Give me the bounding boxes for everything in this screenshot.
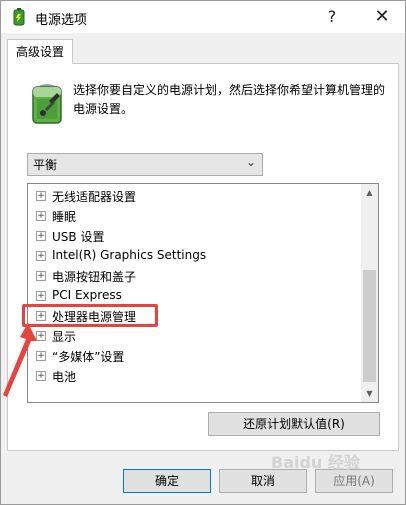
tree-item-label: 显示 <box>52 330 77 344</box>
tree-item-usb[interactable]: + USB 设置 <box>28 226 358 246</box>
tree-item-label: 睡眠 <box>52 210 77 224</box>
annotation-arrow-icon <box>3 323 37 397</box>
tree-item-label: USB 设置 <box>52 230 105 244</box>
tree-item-display[interactable]: + 显示 <box>28 326 358 346</box>
tree-item-label: PCI Express <box>52 288 122 302</box>
tree-scrollbar[interactable]: ▲ ▼ <box>361 184 378 402</box>
power-plan-value: 平衡 <box>33 158 58 172</box>
highlight-box <box>22 304 158 327</box>
help-button[interactable]: ? <box>309 1 355 33</box>
expand-icon[interactable]: + <box>36 191 46 201</box>
battery-icon <box>32 84 62 124</box>
restore-defaults-button[interactable]: 还原计划默认值(R) <box>208 412 380 436</box>
expand-icon[interactable]: + <box>36 231 46 241</box>
tree-item-battery[interactable]: + 电池 <box>28 366 358 386</box>
tree-item-label: 电源按钮和盖子 <box>52 270 137 284</box>
tree-item-label: Intel(R) Graphics Settings <box>52 248 207 262</box>
tree-item-label: “多媒体”设置 <box>52 350 125 364</box>
title-bar: 电源选项 ? ✕ <box>1 1 405 33</box>
chevron-down-icon: ⌄ <box>245 155 256 169</box>
scroll-up-arrow-icon[interactable]: ▲ <box>361 184 378 201</box>
scroll-down-arrow-icon[interactable]: ▼ <box>361 385 378 402</box>
tree-item-sleep[interactable]: + 睡眠 <box>28 206 358 226</box>
power-plan-icon <box>13 8 25 26</box>
power-options-dialog: 电源选项 ? ✕ 高级设置 选择你要自定义的电源计划，然后选择你希望计算机管理的… <box>0 0 406 505</box>
power-plan-select[interactable]: 平衡 ⌄ <box>27 153 263 176</box>
tree-item-intel-graphics[interactable]: + Intel(R) Graphics Settings <box>28 246 358 266</box>
tab-advanced-settings[interactable]: 高级设置 <box>7 39 73 64</box>
ok-button[interactable]: 确定 <box>123 469 211 493</box>
tree-item-label: 电池 <box>52 370 77 384</box>
expand-icon[interactable]: + <box>36 211 46 221</box>
power-settings-tree[interactable]: + 无线适配器设置 + 睡眠 + USB 设置 + Intel(R) Graph… <box>27 183 379 403</box>
tree-item-power-buttons[interactable]: + 电源按钮和盖子 <box>28 266 358 286</box>
description-text: 选择你要自定义的电源计划，然后选择你希望计算机管理的电源设置。 <box>73 83 386 116</box>
expand-icon[interactable]: + <box>36 271 46 281</box>
close-button[interactable]: ✕ <box>359 1 405 33</box>
tree-item-multimedia[interactable]: + “多媒体”设置 <box>28 346 358 366</box>
tree-item-pci-express[interactable]: + PCI Express <box>28 286 358 306</box>
tree-item-wireless-adapter[interactable]: + 无线适配器设置 <box>28 186 358 206</box>
watermark: Baidu 经验 <box>271 453 360 472</box>
window-title: 电源选项 <box>35 13 88 28</box>
expand-icon[interactable]: + <box>36 251 46 261</box>
tree-item-label: 无线适配器设置 <box>52 190 137 204</box>
scroll-thumb[interactable] <box>363 270 376 382</box>
expand-icon[interactable]: + <box>36 291 46 301</box>
